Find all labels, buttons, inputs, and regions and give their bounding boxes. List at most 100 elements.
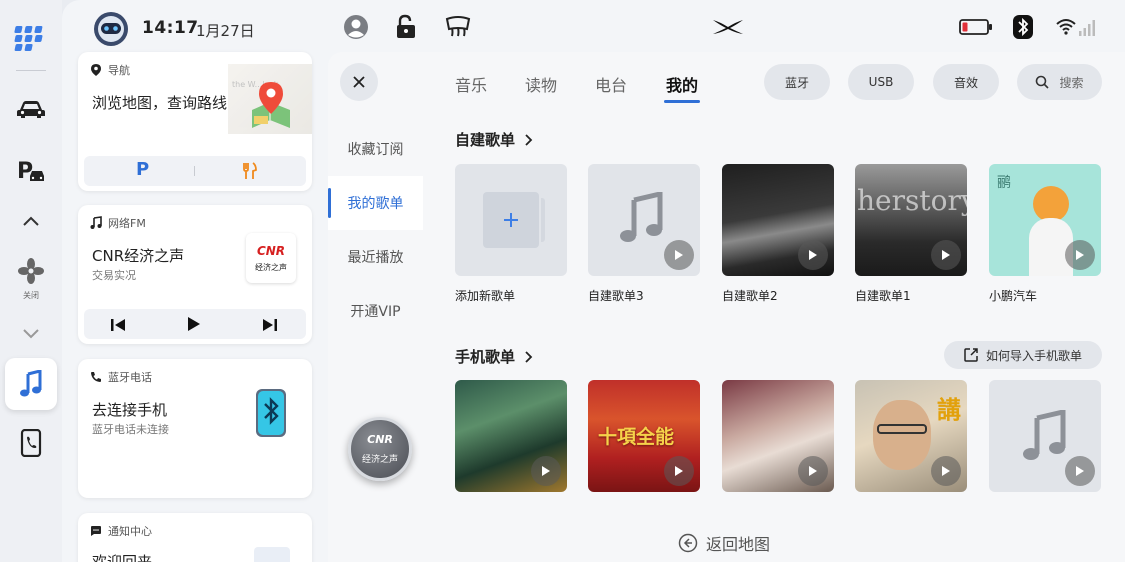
add-playlist-shadow	[541, 198, 545, 242]
navigation-card[interactable]: 导航 浏览地图，查询路线 the W...lock P	[78, 52, 312, 191]
play-icon[interactable]	[931, 456, 961, 486]
chevron-down-icon[interactable]	[6, 308, 56, 358]
section-phone-title: 手机歌单	[455, 348, 516, 366]
import-phone-playlist-button[interactable]: 如何导入手机歌单	[944, 341, 1102, 369]
phone-playlist-tile-1[interactable]	[455, 380, 567, 492]
side-nav-vip[interactable]: 开通VIP	[328, 284, 423, 338]
cnr-logo: CNR 经济之声	[246, 233, 296, 283]
side-nav-my-playlists[interactable]: 我的歌单	[328, 176, 423, 230]
fm-card[interactable]: 网络FM CNR经济之声 交易实况 CNR 经济之声	[78, 205, 312, 344]
status-bar: 14:17 1月27日	[62, 0, 1125, 54]
clock-time: 14:17	[142, 18, 199, 38]
phone-playlist-4-cover-text: 講	[937, 396, 961, 424]
fm-controls-bar	[84, 309, 306, 339]
side-nav-favorites[interactable]: 收藏订阅	[328, 122, 423, 176]
notification-card-header: 通知中心	[90, 523, 152, 539]
add-playlist-label: 添加新歌单	[455, 289, 516, 303]
side-nav-recent[interactable]: 最近播放	[328, 230, 423, 284]
bluetooth-phone-icon	[252, 387, 290, 443]
fan-icon[interactable]	[6, 246, 56, 296]
side-nav-my-playlists-label: 我的歌单	[347, 196, 404, 212]
fm-program-name: 交易实况	[92, 269, 136, 282]
add-playlist-inner	[483, 192, 539, 248]
sound-effects-button[interactable]: 音效	[933, 64, 999, 100]
playlist-custom2-label: 自建歌单2	[722, 289, 778, 303]
wifi-signal-icon	[1055, 13, 1097, 41]
back-to-map-label: 返回地图	[706, 535, 771, 554]
play-icon[interactable]	[664, 240, 694, 270]
usb-source-button[interactable]: USB	[848, 64, 914, 100]
navigation-quick-bar: P	[84, 156, 306, 186]
previous-track-icon[interactable]	[110, 317, 126, 336]
parking-car-icon[interactable]: P	[6, 145, 56, 195]
xpeng-cover-text: 鹂	[997, 175, 1011, 191]
assistant-avatar[interactable]	[92, 10, 130, 48]
active-indicator	[328, 188, 331, 218]
add-playlist-tile[interactable]	[455, 164, 567, 276]
music-small-icon	[90, 216, 102, 229]
parking-icon[interactable]: P	[136, 159, 149, 180]
location-pin-icon	[91, 64, 101, 76]
playlist-tile-xpeng[interactable]: 鹂	[989, 164, 1101, 276]
play-icon[interactable]	[187, 316, 201, 336]
battery-icon	[957, 13, 995, 41]
music-note-icon[interactable]	[5, 358, 57, 410]
bluetooth-phone-card[interactable]: 蓝牙电话 去连接手机 蓝牙电话未连接	[78, 359, 312, 498]
car-icon[interactable]	[6, 84, 56, 134]
close-icon[interactable]	[340, 63, 378, 101]
chevron-right-icon	[525, 350, 533, 363]
phone-card-sub: 蓝牙电话未连接	[92, 423, 169, 436]
cnr-logo-text: CNR	[256, 243, 286, 258]
search-button[interactable]: 搜索	[1017, 64, 1102, 100]
side-nav-vip-label: 开通VIP	[350, 304, 401, 320]
unlock-icon[interactable]	[392, 13, 420, 41]
plus-icon	[504, 213, 518, 227]
bluetooth-source-button[interactable]: 蓝牙	[764, 64, 830, 100]
play-icon[interactable]	[1065, 456, 1095, 486]
phone-playlist-tile-3[interactable]	[722, 380, 834, 492]
playlist-tile-custom2[interactable]	[722, 164, 834, 276]
user-profile-icon[interactable]	[342, 13, 370, 41]
phone-icon[interactable]	[6, 418, 56, 468]
tab-active-underline	[664, 100, 700, 103]
notification-card-text: 欢迎回来	[92, 553, 153, 562]
playlist-tile-custom3[interactable]	[588, 164, 700, 276]
next-track-icon[interactable]	[262, 317, 278, 336]
notification-card[interactable]: 通知中心 欢迎回来	[78, 513, 312, 562]
app-grid-icon[interactable]	[6, 10, 56, 60]
tab-mine[interactable]: 我的	[666, 72, 698, 96]
playlist-tile-custom1[interactable]: herstory	[855, 164, 967, 276]
restaurant-icon[interactable]	[242, 162, 258, 184]
fm-station-name: CNR经济之声	[92, 247, 185, 265]
side-nav-favorites-label: 收藏订阅	[347, 142, 404, 158]
clock-date: 1月27日	[196, 22, 255, 40]
play-icon[interactable]	[664, 456, 694, 486]
play-icon[interactable]	[1065, 240, 1095, 270]
side-nav-recent-label: 最近播放	[347, 250, 404, 266]
phone-playlist-tile-5[interactable]	[989, 380, 1101, 492]
back-to-map-button[interactable]: 返回地图	[678, 531, 770, 555]
search-icon	[1036, 75, 1050, 89]
play-icon[interactable]	[798, 456, 828, 486]
tab-reading[interactable]: 读物	[525, 72, 557, 96]
phone-playlist-tile-2[interactable]: 十項全能	[588, 380, 700, 492]
phone-playlist-tile-4[interactable]: 講	[855, 380, 967, 492]
phone-playlist-4-glasses	[877, 424, 927, 434]
tab-music[interactable]: 音乐	[455, 72, 487, 96]
phone-card-text: 去连接手机	[92, 401, 168, 419]
tab-radio[interactable]: 电台	[595, 72, 627, 96]
notification-card-title: 通知中心	[108, 525, 152, 538]
play-icon[interactable]	[531, 456, 561, 486]
chevron-up-icon[interactable]	[6, 196, 56, 246]
phone-card-header: 蓝牙电话	[90, 369, 152, 385]
music-note-placeholder-icon	[620, 192, 663, 242]
play-icon[interactable]	[798, 240, 828, 270]
play-icon[interactable]	[931, 240, 961, 270]
search-label: 搜索	[1059, 75, 1084, 90]
seat-heat-icon[interactable]	[444, 13, 472, 41]
floating-player-button[interactable]: CNR 经济之声	[348, 417, 412, 481]
back-arrow-circle-icon	[678, 533, 698, 553]
chat-bubble-icon	[91, 526, 101, 536]
section-phone-playlists[interactable]: 手机歌单	[455, 346, 533, 367]
section-custom-playlists[interactable]: 自建歌单	[455, 129, 533, 150]
